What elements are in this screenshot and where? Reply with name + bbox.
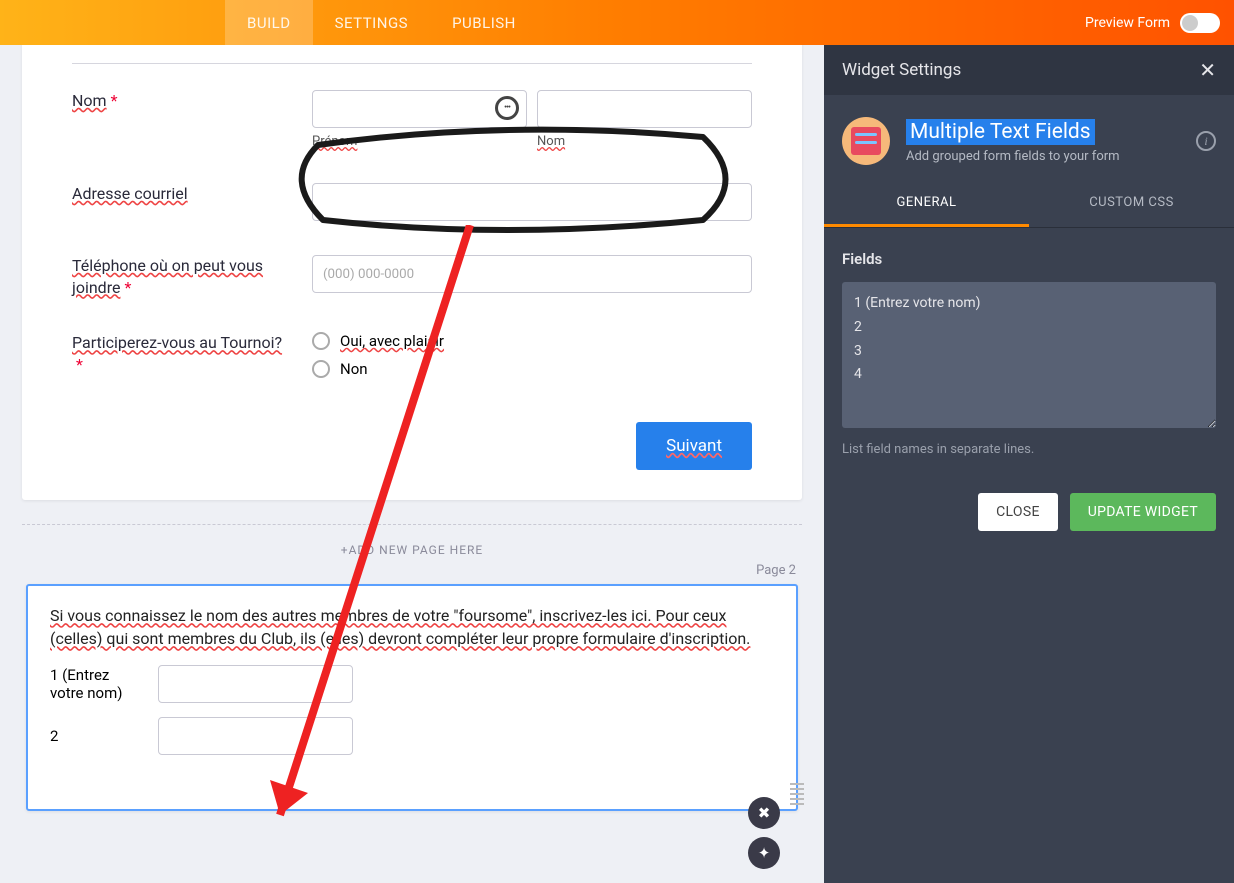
tab-build[interactable]: BUILD bbox=[225, 0, 313, 45]
foursome-instructions: Si vous connaissez le nom des autres mem… bbox=[50, 606, 750, 648]
first-name-sublabel: Prénom bbox=[312, 134, 527, 149]
page-indicator: Page 2 bbox=[22, 563, 796, 578]
fields-label: Fields bbox=[842, 250, 1216, 268]
tab-custom-css[interactable]: CUSTOM CSS bbox=[1029, 181, 1234, 227]
selected-widget-block[interactable]: Si vous connaissez le nom des autres mem… bbox=[26, 584, 798, 810]
widget-field-1-input[interactable] bbox=[158, 665, 353, 703]
next-button[interactable]: Suivant bbox=[636, 422, 752, 470]
widget-field-2-label: 2 bbox=[50, 727, 144, 745]
form-canvas: Nom* Prénom Nom bbox=[0, 45, 824, 883]
add-new-page[interactable]: +ADD NEW PAGE HERE bbox=[22, 524, 802, 557]
last-name-input[interactable] bbox=[537, 90, 752, 128]
sidebar-title: Widget Settings bbox=[842, 60, 961, 80]
phone-label-line1: Téléphone où on peut vous bbox=[72, 256, 263, 275]
widget-field-2-input[interactable] bbox=[158, 717, 353, 755]
magic-wand-fab-icon[interactable]: ✦ bbox=[748, 837, 780, 869]
password-manager-icon[interactable] bbox=[495, 96, 519, 120]
tab-settings[interactable]: SETTINGS bbox=[313, 0, 431, 45]
shuffle-fab-icon[interactable]: ✖ bbox=[748, 797, 780, 829]
widget-settings-panel: Widget Settings ✕ Multiple Text Fields A… bbox=[824, 45, 1234, 883]
top-navbar: BUILD SETTINGS PUBLISH Preview Form bbox=[0, 0, 1234, 45]
radio-no[interactable] bbox=[312, 360, 330, 378]
widget-field-1-label: 1 (Entrez votre nom) bbox=[50, 666, 144, 702]
close-icon[interactable]: ✕ bbox=[1199, 58, 1216, 82]
phone-label-line2: joindre bbox=[72, 278, 120, 297]
fields-textarea[interactable] bbox=[842, 282, 1216, 428]
email-label: Adresse courriel bbox=[72, 184, 188, 203]
widget-description: Add grouped form fields to your form bbox=[906, 149, 1120, 164]
tab-general[interactable]: GENERAL bbox=[824, 181, 1029, 227]
participate-label: Participerez-vous au Tournoi? bbox=[72, 333, 282, 352]
tab-publish[interactable]: PUBLISH bbox=[430, 0, 538, 45]
radio-yes-label: Oui, avec plaisir bbox=[340, 332, 444, 350]
radio-yes[interactable] bbox=[312, 332, 330, 350]
widget-name[interactable]: Multiple Text Fields bbox=[906, 119, 1095, 145]
phone-input[interactable] bbox=[312, 255, 752, 293]
preview-form-toggle[interactable] bbox=[1180, 13, 1220, 33]
close-button[interactable]: CLOSE bbox=[978, 493, 1058, 531]
preview-form-label: Preview Form bbox=[1085, 15, 1170, 31]
email-input[interactable] bbox=[312, 183, 752, 221]
fields-help-text: List field names in separate lines. bbox=[842, 442, 1216, 457]
last-name-sublabel: Nom bbox=[537, 134, 752, 149]
radio-no-label: Non bbox=[340, 360, 368, 378]
update-widget-button[interactable]: UPDATE WIDGET bbox=[1070, 493, 1216, 531]
name-label: Nom bbox=[72, 91, 107, 110]
info-icon[interactable]: i bbox=[1196, 131, 1216, 151]
widget-type-icon bbox=[842, 117, 890, 165]
reorder-handle-icon[interactable] bbox=[790, 783, 804, 805]
